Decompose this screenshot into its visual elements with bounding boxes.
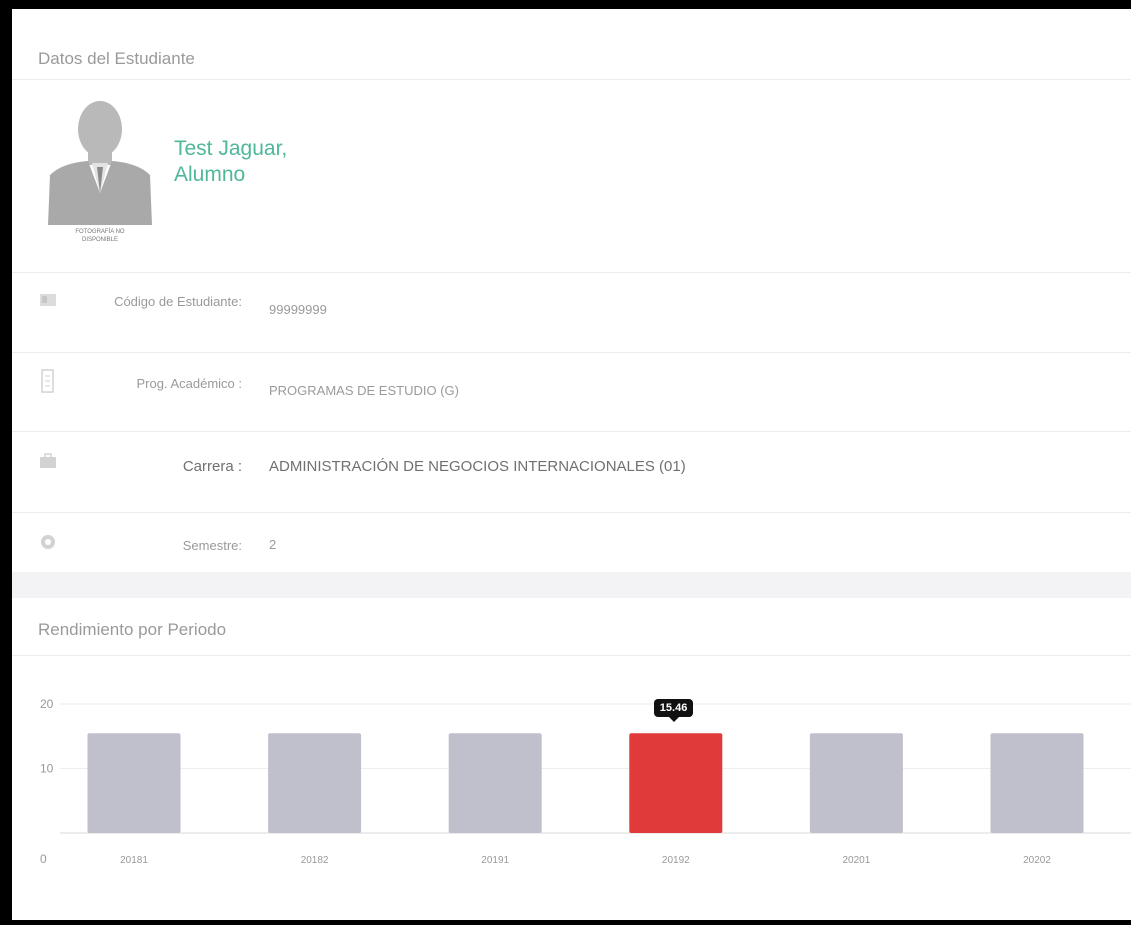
student-panel: Datos del Estudiante FOTOGRAFÍA NO DISPO…: [12, 9, 1131, 920]
bar-20182[interactable]: [268, 733, 362, 833]
info-row-codigo: Código de Estudiante: 99999999: [12, 273, 1131, 353]
info-row-semestre: Semestre: 2: [12, 513, 1131, 573]
bar-20192[interactable]: [629, 733, 723, 833]
performance-chart: 0 10 20 20181 20182 20191 20192 20201 20202: [40, 697, 1131, 866]
student-name-line1: Test Jaguar,: [174, 137, 288, 160]
info-value: 2: [269, 537, 277, 552]
x-tick-label: 20181: [120, 855, 148, 866]
info-label: Prog. Académico :: [136, 376, 243, 391]
bar-20181[interactable]: [87, 733, 181, 833]
y-tick-label: 20: [40, 697, 54, 711]
y-tick-label: 10: [40, 762, 54, 776]
svg-text:DISPONIBLE: DISPONIBLE: [82, 237, 118, 243]
info-value: 99999999: [269, 302, 327, 317]
avatar: FOTOGRAFÍA NO DISPONIBLE: [42, 97, 158, 247]
info-row-programa: Prog. Académico : PROGRAMAS DE ESTUDIO (…: [12, 353, 1131, 431]
bar-20191[interactable]: [448, 733, 542, 833]
screenshot-frame-left: [0, 0, 12, 925]
performance-title: Rendimiento por Periodo: [38, 620, 227, 639]
bar-20201[interactable]: [809, 733, 903, 833]
bar-20202[interactable]: [990, 733, 1084, 833]
student-name: Test Jaguar, Alumno: [174, 136, 287, 188]
id-card-icon: [40, 294, 56, 306]
bar-tooltip: 15.46: [653, 699, 694, 723]
x-tick-label: 20191: [481, 855, 509, 866]
section-separator: [12, 572, 1131, 598]
info-label: Código de Estudiante:: [114, 294, 242, 309]
briefcase-icon: [40, 453, 56, 468]
info-label: Carrera :: [182, 458, 242, 475]
student-panel-title: Datos del Estudiante: [38, 49, 195, 68]
screenshot-frame-top: [0, 0, 1131, 9]
info-row-carrera: Carrera : ADMINISTRACIÓN DE NEGOCIOS INT…: [12, 432, 1131, 512]
gear-icon: [41, 535, 55, 549]
info-value: PROGRAMAS DE ESTUDIO (G): [269, 383, 459, 398]
x-tick-label: 20202: [1023, 855, 1051, 866]
info-label: Semestre:: [182, 538, 242, 553]
x-tick-label: 20182: [301, 855, 329, 866]
document-icon: [41, 369, 54, 393]
y-tick-label: 0: [40, 852, 47, 866]
avatar-silhouette-icon: FOTOGRAFÍA NO DISPONIBLE: [46, 101, 154, 245]
student-name-line2: Alumno: [174, 163, 246, 186]
svg-text:FOTOGRAFÍA NO: FOTOGRAFÍA NO: [75, 228, 125, 235]
x-tick-label: 20201: [842, 855, 870, 866]
divider: [12, 655, 1131, 656]
info-value: ADMINISTRACIÓN DE NEGOCIOS INTERNACIONAL…: [269, 458, 686, 475]
screenshot-frame-bottom: [0, 920, 1131, 925]
divider: [12, 79, 1131, 80]
x-tick-label: 20192: [662, 855, 690, 866]
